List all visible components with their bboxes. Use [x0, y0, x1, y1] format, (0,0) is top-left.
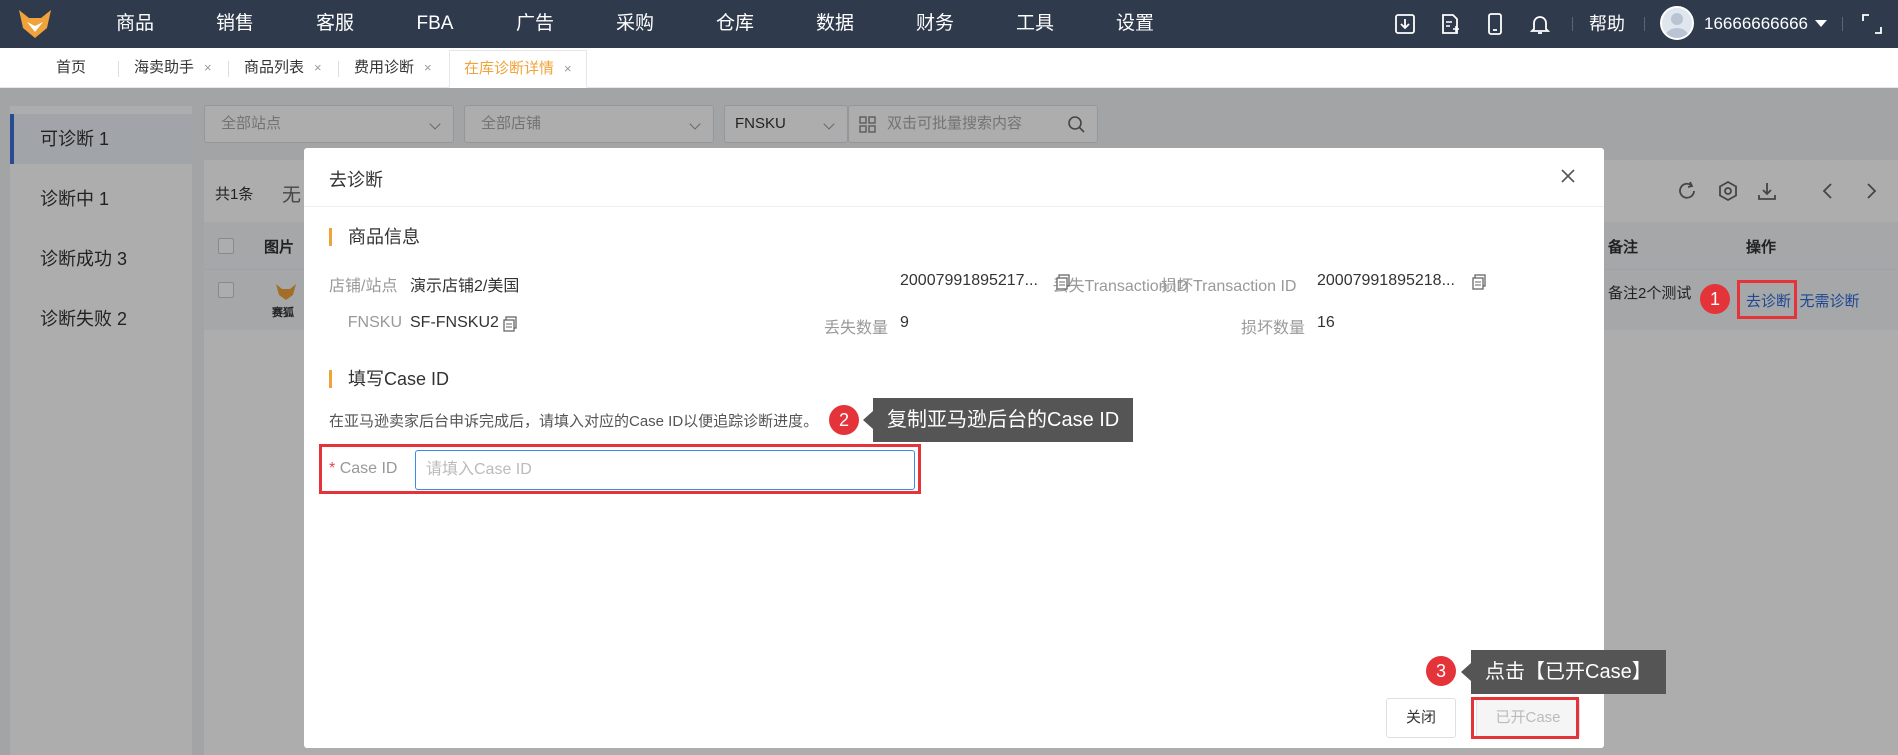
case-id-label: * Case ID: [329, 460, 397, 478]
divider: [118, 61, 119, 77]
case-opened-button[interactable]: 已开Case: [1476, 698, 1580, 738]
help-link[interactable]: 帮助: [1589, 0, 1625, 48]
divider: [1572, 17, 1573, 31]
download-icon[interactable]: [1393, 12, 1417, 36]
nav-item-ads[interactable]: 广告: [485, 0, 585, 48]
fullscreen-icon[interactable]: [1860, 12, 1884, 36]
user-avatar-icon: [1665, 13, 1689, 38]
shop-label: 店铺/站点: [329, 278, 398, 295]
lost-transaction-id-text: 20007991895217...: [900, 272, 1038, 289]
close-icon[interactable]: ×: [564, 61, 572, 76]
username[interactable]: 16666666666: [1704, 0, 1808, 48]
section-title-case-id: 填写Case ID: [329, 370, 449, 388]
copy-icon[interactable]: [503, 316, 517, 332]
damaged-quantity-label: 损坏数量: [1240, 320, 1305, 337]
nav-item-settings[interactable]: 设置: [1085, 0, 1185, 48]
case-id-hint: 在亚马逊卖家后台申诉完成后，请填入对应的Case ID以便追踪诊断进度。: [329, 413, 819, 430]
mobile-icon[interactable]: [1483, 12, 1507, 36]
document-add-icon[interactable]: [1438, 12, 1462, 36]
divider: [1644, 17, 1645, 31]
lost-quantity-label: 丢失数量: [823, 320, 888, 337]
dialog-title: 去诊断: [329, 170, 383, 190]
lost-quantity-value: 9: [900, 314, 909, 331]
nav-item-warehouse[interactable]: 仓库: [685, 0, 785, 48]
damaged-transaction-id-value: 20007991895218...: [1317, 272, 1455, 289]
tab-haimai-assistant[interactable]: 海卖助手 ×: [134, 48, 212, 88]
nav-item-purchase[interactable]: 采购: [585, 0, 685, 48]
case-id-input[interactable]: [415, 450, 915, 490]
divider: [1842, 17, 1843, 31]
nav-item-fba[interactable]: FBA: [385, 0, 485, 48]
nav-item-finance[interactable]: 财务: [885, 0, 985, 48]
shop-value: 演示店铺2/美国: [410, 278, 520, 295]
nav-item-tools[interactable]: 工具: [985, 0, 1085, 48]
main-menu: 商品 销售 客服 FBA 广告 采购 仓库 数据 财务 工具 设置: [85, 0, 1185, 48]
top-navigation-bar: 商品 销售 客服 FBA 广告 采购 仓库 数据 财务 工具 设置 帮助 166…: [0, 0, 1898, 48]
tab-label: 在库诊断详情: [464, 60, 555, 77]
annotation-tip-copy-case-id: 复制亚马逊后台的Case ID: [862, 398, 1134, 442]
divider: [228, 61, 229, 77]
chevron-down-icon[interactable]: [1815, 20, 1827, 27]
tab-bar: 首页 海卖助手 × 商品列表 × 费用诊断 × 在库诊断详情 ×: [0, 48, 1898, 88]
section-title-product-info: 商品信息: [329, 228, 420, 246]
copy-icon[interactable]: [1472, 274, 1486, 290]
nav-item-products[interactable]: 商品: [85, 0, 185, 48]
tab-label: 商品列表: [244, 59, 305, 76]
bell-icon[interactable]: [1528, 12, 1552, 36]
tab-home[interactable]: 首页: [56, 48, 86, 88]
close-button[interactable]: 关闭: [1386, 698, 1456, 738]
tab-label: 海卖助手: [134, 59, 195, 76]
annotation-step-3: 3: [1426, 656, 1456, 686]
nav-item-data[interactable]: 数据: [785, 0, 885, 48]
close-icon[interactable]: ×: [314, 60, 322, 75]
close-icon[interactable]: ×: [204, 60, 212, 75]
case-id-label-text: Case ID: [339, 460, 398, 477]
nav-item-sales[interactable]: 销售: [185, 0, 285, 48]
lost-transaction-id-value: 20007991895217...: [900, 272, 1038, 290]
avatar[interactable]: [1660, 6, 1694, 40]
tab-product-list[interactable]: 商品列表 ×: [244, 48, 322, 88]
annotation-step-1: 1: [1700, 284, 1730, 314]
tab-inventory-diagnosis-detail[interactable]: 在库诊断详情 ×: [449, 50, 587, 88]
nav-item-service[interactable]: 客服: [285, 0, 385, 48]
annotation-tip-click-case-opened: 点击【已开Case】: [1461, 650, 1666, 694]
required-mark: *: [329, 460, 336, 477]
annotation-step-2: 2: [829, 405, 859, 435]
close-icon[interactable]: ×: [424, 60, 432, 75]
diagnose-dialog: 去诊断 商品信息 店铺/站点 演示店铺2/美国 丢失Transaction ID…: [304, 148, 1604, 748]
tab-label: 费用诊断: [354, 59, 415, 76]
copy-icon[interactable]: [1056, 274, 1070, 290]
tab-label: 首页: [56, 59, 87, 76]
close-icon[interactable]: [1560, 168, 1576, 184]
damaged-quantity-value: 16: [1317, 314, 1335, 331]
divider: [338, 61, 339, 77]
fnsku-label: FNSKU: [347, 314, 402, 331]
divider: [304, 206, 1604, 207]
fnsku-value: SF-FNSKU2: [410, 314, 499, 331]
tab-fee-diagnosis[interactable]: 费用诊断 ×: [354, 48, 432, 88]
fox-logo-icon[interactable]: [17, 8, 53, 40]
